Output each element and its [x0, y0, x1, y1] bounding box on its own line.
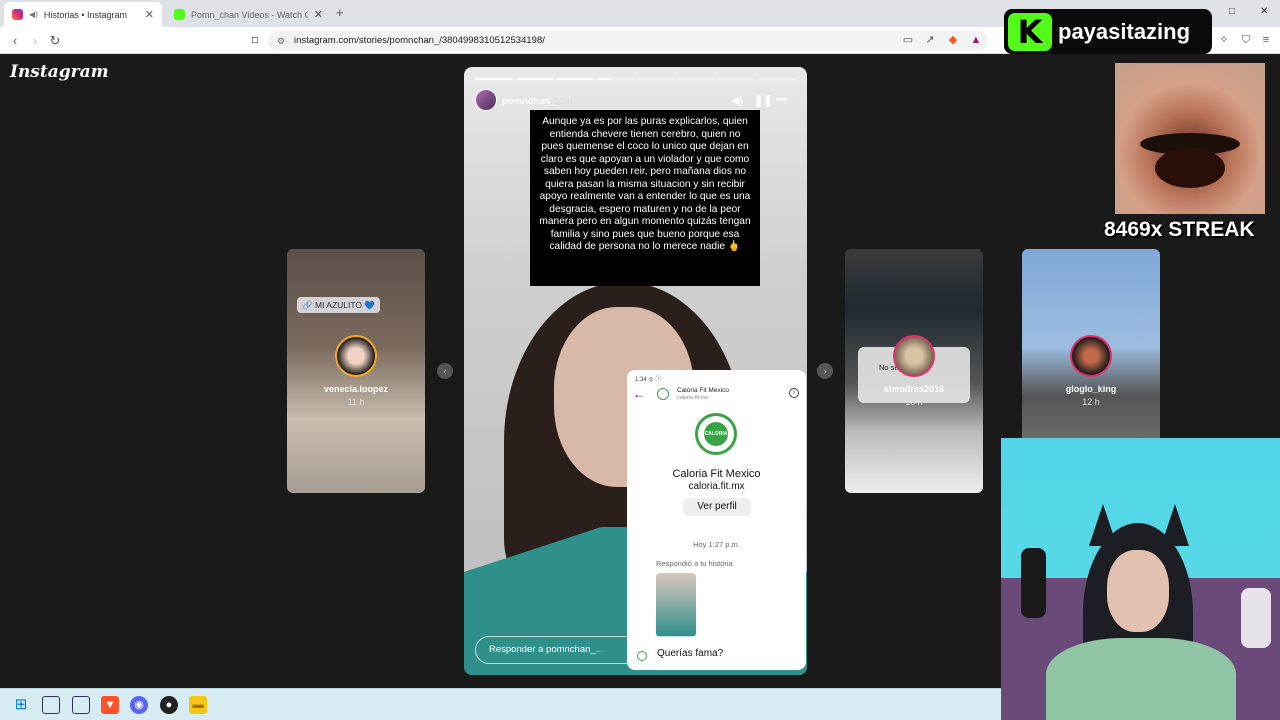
widgets-icon[interactable] [72, 696, 90, 714]
url-bar[interactable]: ⚙ instagram.com/stories/pomnchan_/380499… [268, 31, 988, 51]
speaker-icon: ◀) [29, 10, 38, 19]
side-story-time: 12 h [1082, 397, 1100, 407]
webcam-lamp [1241, 588, 1271, 648]
menu-icon[interactable]: ≡ [1258, 32, 1274, 48]
close-tab-icon[interactable]: ✕ [145, 8, 154, 21]
dm-profile-url: caloria.fit.mx [677, 395, 708, 401]
streak-meme-image [1115, 63, 1265, 214]
brave-shield-icon[interactable]: ◆ [945, 32, 961, 48]
streamer-face [1107, 550, 1169, 632]
dm-profile-name: Caloria Fit Mexico [677, 387, 730, 394]
instagram-favicon-icon [12, 9, 23, 20]
story-progress-segment [677, 78, 715, 80]
dm-title: Caloria Fit Mexico [672, 468, 761, 480]
vpn-icon[interactable]: ⛉ [1238, 32, 1254, 48]
story-caption: Aunque ya es por las puras explicarlos, … [530, 110, 760, 286]
story-tag: 🔗 MI AZULITO 💙 [297, 297, 380, 313]
close-tab-icon[interactable]: ✕ [314, 8, 323, 21]
story-time: 12 h [554, 96, 573, 107]
story-progress-segment [637, 78, 675, 80]
back-icon[interactable]: ‹ [6, 32, 24, 50]
story-progress-current [597, 78, 635, 80]
kick-logo-icon: K [1008, 12, 1052, 51]
meme-mouth [1155, 148, 1225, 188]
avatar [893, 335, 935, 377]
tab-instagram[interactable]: ◀) Historias • Instagram ✕ [4, 2, 162, 27]
instagram-logo[interactable]: Instagram [10, 62, 109, 82]
view-profile-button: Ver perfil [683, 498, 751, 516]
side-story-time: 11 h [347, 397, 365, 407]
streak-counter: 8469x STREAK [1104, 218, 1255, 241]
extensions-icon[interactable]: ✧ [1216, 32, 1232, 48]
site-info-icon[interactable]: ⚙ [277, 31, 285, 51]
brave-rewards-icon[interactable]: ▲ [968, 32, 984, 48]
side-story-username: venecia.loopez [323, 384, 389, 394]
webcam-microphone [1021, 548, 1046, 618]
pause-icon[interactable]: ❚❚ [754, 94, 772, 107]
embedded-dm-screenshot: 1:34 ◎ ⓘ ← Caloria Fit Mexico caloria.fi… [627, 370, 806, 670]
story-progress-segment [758, 78, 796, 80]
story-progress-segment [516, 78, 554, 80]
send-icon[interactable]: ➢ [776, 641, 789, 659]
story-viewer[interactable]: pomnchan_ 12 h ◀) ❚❚ ••• Aunque ya es po… [464, 67, 807, 675]
side-story-time: 10 h [905, 397, 923, 407]
cast-icon[interactable]: ▭ [900, 32, 916, 48]
caloria-logo-icon [657, 388, 669, 400]
story-reply-input[interactable]: Responder a pomnchan_... [475, 636, 737, 664]
tab-title: Historias • Instagram [43, 9, 128, 20]
forward-icon[interactable]: › [26, 32, 44, 50]
avatar[interactable] [475, 89, 497, 111]
avatar [1070, 335, 1112, 377]
kick-channel-name: payasitazing [1058, 18, 1191, 44]
side-story-username: gloglo_king [1065, 384, 1117, 394]
brave-icon[interactable]: ▼ [101, 696, 119, 714]
new-tab-button[interactable]: + [336, 5, 344, 20]
kick-favicon-icon [174, 9, 185, 20]
obs-icon[interactable]: ● [160, 696, 178, 714]
window-maximize-button[interactable]: □ [1229, 6, 1235, 17]
dm-story-thumbnail [656, 573, 696, 637]
side-story-username: elmodres2016 [883, 384, 945, 394]
discord-icon[interactable]: ◉ [130, 696, 148, 714]
tab-kick[interactable]: Pomn_chan Videos - Watch On-Dem ✕ [166, 2, 331, 27]
window-close-button[interactable]: ✕ [1260, 6, 1268, 17]
story-progress-segment [717, 78, 755, 80]
more-options-icon[interactable]: ••• [776, 94, 788, 106]
reload-icon[interactable]: ↻ [46, 32, 64, 50]
avatar [335, 335, 377, 377]
next-story-button[interactable]: › [817, 363, 833, 379]
caloria-logo-text: CALORIA FIT [704, 422, 728, 461]
phone-status-bar: 1:34 ◎ ⓘ [635, 377, 662, 383]
side-story-card[interactable]: No sé ... er xd elmodres2016 10 h [845, 249, 983, 493]
windows-taskbar: ⊞ ▼ ◉ ● ▬ [0, 688, 1001, 720]
story-progress-segment [556, 78, 594, 80]
volume-icon[interactable]: ◀) [731, 94, 743, 107]
back-arrow-icon: ← [633, 387, 645, 401]
story-progress-segment [475, 78, 513, 80]
tab-title: Pomn_chan Videos - Watch On-Dem [191, 9, 308, 20]
streamer-webcam [1001, 438, 1280, 720]
info-icon: i [789, 388, 799, 398]
bookmark-icon[interactable]: ⌑ [246, 32, 264, 50]
file-explorer-icon[interactable]: ▬ [189, 696, 207, 714]
story-username[interactable]: pomnchan_ [502, 96, 555, 107]
caloria-big-logo-icon: CALORIA FIT [695, 413, 737, 461]
like-heart-icon[interactable]: ♡ [748, 641, 761, 659]
share-icon[interactable]: ↗ [922, 32, 938, 48]
dm-replied-label: Respondió a tu historia [656, 559, 733, 568]
windows-start-icon[interactable]: ⊞ [12, 696, 30, 714]
kick-channel-overlay: K payasitazing [1004, 9, 1212, 54]
streamer-body [1046, 638, 1236, 720]
url-text: instagram.com/stories/pomnchan_/38049983… [294, 35, 545, 46]
dm-timestamp: Hoy 1:27 p.m. [693, 540, 740, 549]
dm-handle: caloria.fit.mx [688, 481, 745, 492]
task-view-icon[interactable] [42, 696, 60, 714]
previous-story-button[interactable]: ‹ [437, 363, 453, 379]
side-story-card[interactable]: venecia.loopez 11 h [287, 249, 425, 493]
